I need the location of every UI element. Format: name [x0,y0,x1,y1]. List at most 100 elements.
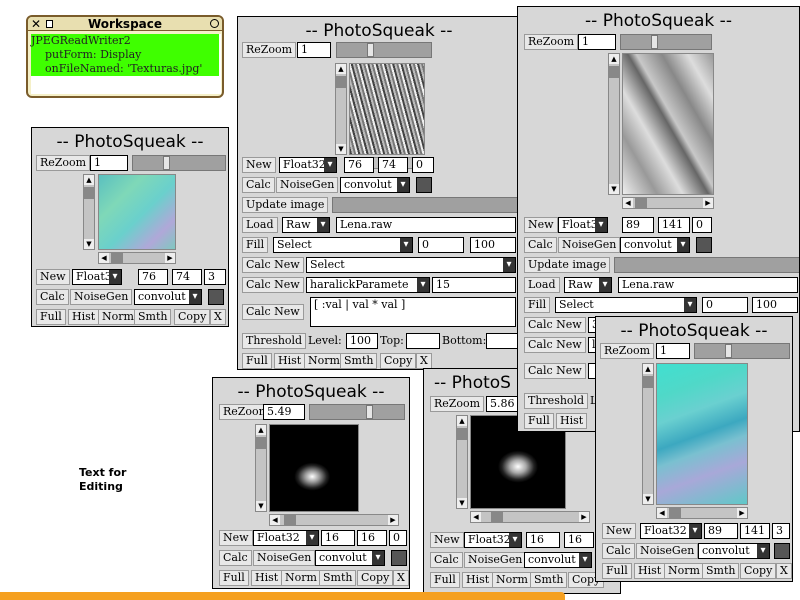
width-field[interactable]: 89 [622,217,654,233]
collapse-icon[interactable] [210,19,219,28]
full-button[interactable]: Full [36,309,66,325]
update-progress[interactable] [332,197,518,213]
vertical-scrollbar[interactable]: ▲ ▼ [456,415,468,509]
depth-field[interactable]: 0 [389,530,407,546]
calc-button[interactable]: Calc [36,289,69,305]
close-x-button[interactable]: X [210,309,226,325]
width-field[interactable]: 16 [526,532,560,548]
calc-button[interactable]: Calc [219,550,252,566]
new-button[interactable]: New [524,217,558,233]
fill-max-field[interactable]: 100 [752,297,798,313]
load-button[interactable]: Load [242,217,278,233]
photosqueak-window-2[interactable]: -- PhotoSqueak -- ReZoom 1 ▲▼ ◀▶ New Flo… [237,16,521,370]
smth-button[interactable]: Smth [702,563,740,579]
copy-button[interactable]: Copy [357,570,394,586]
close-icon[interactable]: ✕ [31,17,41,31]
calc-new-dropdown[interactable]: Select [306,257,516,273]
fill-dropdown[interactable]: Select [273,237,413,253]
update-image-button[interactable]: Update image [242,197,329,213]
photosqueak-window-4[interactable]: -- PhotoSqueak -- ReZoom 5.49 ▲ ▼ ◀ ▶ New … [212,377,410,589]
noisegen-button[interactable]: NoiseGen [70,289,133,305]
operation-dropdown[interactable]: convolut [524,552,592,568]
noisegen-button[interactable]: NoiseGen [558,237,621,253]
width-field[interactable]: 16 [321,530,355,546]
photosqueak-window-1[interactable]: -- PhotoSqueak -- ReZoom 1 ▲ ▼ ◀ ▶ New Flo… [31,127,229,327]
copy-button[interactable]: Copy [174,309,211,325]
new-button[interactable]: New [430,532,464,548]
color-swatch[interactable] [208,289,224,305]
rezoom-button[interactable]: ReZoom [524,34,579,50]
type-dropdown[interactable]: Float32 [279,157,337,173]
norm-button[interactable]: Norm [664,563,704,579]
workspace-window[interactable]: ✕ Workspace JPEGReadWriter2 putForm: Dis… [26,15,224,98]
text-for-editing[interactable]: Text for Editing [79,466,126,494]
zoom-field[interactable]: 1 [656,343,690,359]
load-button[interactable]: Load [524,277,560,293]
smth-button[interactable]: Smth [319,570,357,586]
param-value-field[interactable]: 15 [432,277,516,293]
full-button[interactable]: Full [602,563,632,579]
operation-dropdown[interactable]: convolut [315,550,385,566]
depth-field[interactable]: 3 [204,269,226,285]
close-x-button[interactable]: X [776,563,792,579]
flap-tab-bar[interactable] [0,592,565,600]
calc-new-button[interactable]: Calc New [524,317,586,333]
calc-button[interactable]: Calc [524,237,557,253]
depth-field[interactable]: 3 [772,523,790,539]
zoom-slider[interactable] [336,42,432,58]
zoom-slider[interactable] [694,343,790,359]
horizontal-scrollbar[interactable]: ◀▶ [269,514,399,526]
calc-button[interactable]: Calc [430,552,463,568]
height-field[interactable]: 74 [172,269,202,285]
norm-button[interactable]: Norm [281,570,321,586]
vertical-scrollbar[interactable]: ▲ ▼ [335,63,347,155]
zoom-field[interactable]: 5.86 [486,396,520,412]
new-button[interactable]: New [602,523,636,539]
hist-button[interactable]: Hist [274,353,306,369]
horizontal-scrollbar[interactable]: ◀▶ [98,252,176,264]
load-type-dropdown[interactable]: Raw [282,217,330,233]
copy-button[interactable]: Copy [740,563,777,579]
fill-min-field[interactable]: 0 [702,297,748,313]
full-button[interactable]: Full [219,570,249,586]
height-field[interactable]: 141 [740,523,770,539]
fill-max-field[interactable]: 100 [470,237,516,253]
hist-button[interactable]: Hist [634,563,666,579]
height-field[interactable]: 16 [357,530,387,546]
bottom-field[interactable] [486,333,518,349]
expression-field[interactable]: [ :val | val * val ] [310,297,516,327]
height-field[interactable]: 74 [378,157,408,173]
smth-button[interactable]: Smth [530,572,568,588]
threshold-button[interactable]: Threshold [524,393,589,409]
full-button[interactable]: Full [242,353,272,369]
filename-field[interactable]: Lena.raw [336,217,516,233]
color-swatch[interactable] [696,237,712,253]
operation-dropdown[interactable]: convolut [698,543,770,559]
horizontal-scrollbar[interactable]: ◀▶ [622,197,714,209]
rezoom-button[interactable]: ReZoom [242,42,297,58]
color-swatch[interactable] [391,550,407,566]
height-field[interactable]: 16 [564,532,594,548]
height-field[interactable]: 141 [658,217,690,233]
fill-button[interactable]: Fill [524,297,551,313]
new-button[interactable]: New [242,157,276,173]
smth-button[interactable]: Smth [340,353,378,369]
depth-field[interactable]: 0 [412,157,434,173]
horizontal-scrollbar[interactable]: ◀▶ [470,511,590,523]
fill-min-field[interactable]: 0 [418,237,464,253]
hist-button[interactable]: Hist [556,413,588,429]
full-button[interactable]: Full [524,413,554,429]
rezoom-button[interactable]: ReZoom [430,396,485,412]
zoom-field[interactable]: 1 [90,155,128,171]
full-button[interactable]: Full [430,572,460,588]
threshold-button[interactable]: Threshold [242,333,307,349]
vertical-scrollbar[interactable]: ▲ ▼ [255,424,267,512]
calc-new-param-button[interactable]: Calc New [524,337,586,353]
width-field[interactable]: 89 [704,523,738,539]
noisegen-button[interactable]: NoiseGen [464,552,527,568]
type-dropdown[interactable]: Float32 [640,523,702,539]
calc-new-param-button[interactable]: Calc New [242,277,304,293]
norm-button[interactable]: Norm [98,309,138,325]
filename-field[interactable]: Lena.raw [618,277,798,293]
color-swatch[interactable] [416,177,432,193]
